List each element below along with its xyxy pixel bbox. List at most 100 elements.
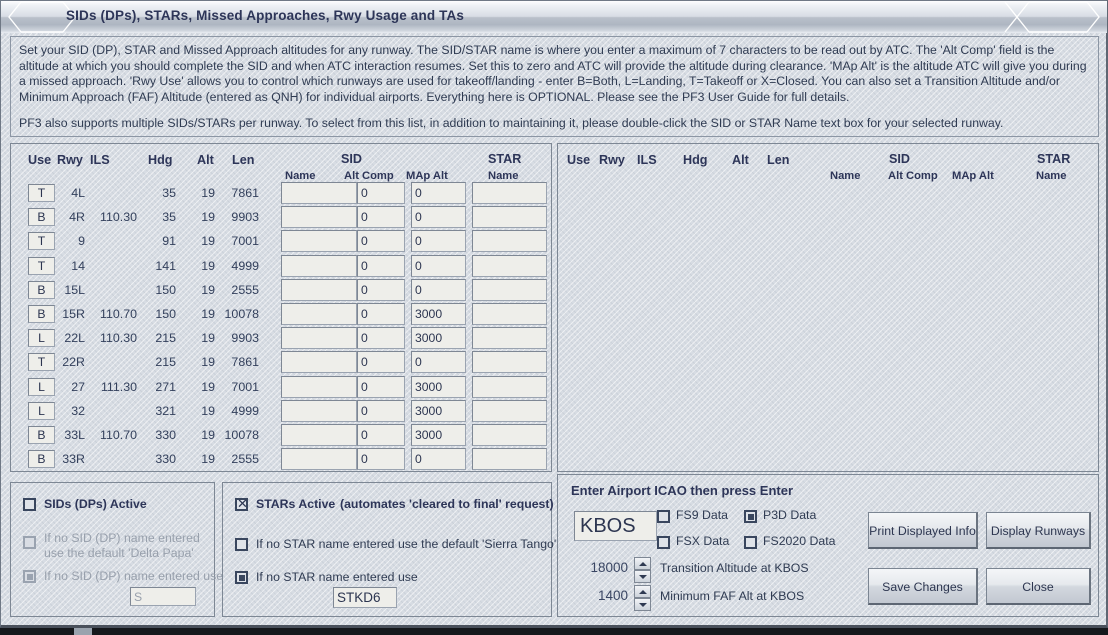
row-sid-alt-comp-input[interactable]: [357, 230, 405, 253]
row-len: 4999: [231, 258, 259, 273]
stars-custom-name-input[interactable]: [333, 587, 397, 608]
sids-default-name-label-line2: use the default 'Delta Papa': [44, 546, 194, 560]
transition-altitude-stepper[interactable]: [634, 557, 651, 583]
row-sid-name-input[interactable]: [281, 399, 357, 422]
row-map-alt-input[interactable]: [411, 351, 466, 374]
row-sid-name-input[interactable]: [281, 254, 357, 277]
fs2020-data-label: FS2020 Data: [763, 534, 836, 548]
row-star-name-input[interactable]: [472, 230, 547, 253]
row-sid-alt-comp-input[interactable]: [357, 206, 405, 229]
row-star-name-input[interactable]: [472, 424, 547, 446]
row-star-name-input[interactable]: [472, 351, 547, 374]
row-sid-alt-comp-input[interactable]: [357, 351, 405, 374]
display-runways-button[interactable]: Display Runways: [986, 512, 1091, 549]
fs2020-data-radio[interactable]: [744, 536, 757, 549]
row-use-input[interactable]: [28, 329, 55, 348]
row-use-input[interactable]: [28, 426, 55, 444]
row-sid-alt-comp-input[interactable]: [357, 448, 405, 471]
row-use-input[interactable]: [28, 256, 55, 275]
stars-custom-name-checkbox[interactable]: [235, 571, 248, 584]
row-use-input[interactable]: [28, 305, 55, 323]
row-use-input[interactable]: [28, 232, 55, 251]
row-use-input[interactable]: [28, 280, 55, 299]
row-hdg: 35: [162, 186, 176, 200]
fs9-data-radio[interactable]: [657, 510, 670, 523]
row-star-name-input[interactable]: [472, 254, 547, 277]
row-star-name-input[interactable]: [472, 399, 547, 422]
row-map-alt-input[interactable]: [411, 424, 466, 446]
row-len: 7001: [231, 234, 259, 249]
row-sid-name-input[interactable]: [281, 424, 357, 446]
row-map-alt-input[interactable]: [411, 448, 466, 471]
row-sid-name-input[interactable]: [281, 351, 357, 374]
row-sid-alt-comp-input[interactable]: [357, 399, 405, 422]
stepper-down-icon[interactable]: [634, 598, 651, 611]
row-use-input[interactable]: [28, 377, 55, 396]
row-sid-name-input[interactable]: [281, 448, 357, 471]
row-map-alt-input[interactable]: [411, 230, 466, 253]
header2-sid-group: SID: [889, 152, 910, 166]
row-use-input[interactable]: [28, 184, 55, 202]
row-sid-alt-comp-input[interactable]: [357, 424, 405, 446]
instructions-paragraph-1: Set your SID (DP), STAR and Missed Appro…: [19, 43, 1087, 104]
row-hdg: 330: [155, 452, 176, 467]
row-star-name-input[interactable]: [472, 206, 547, 229]
row-star-name-input[interactable]: [472, 303, 547, 325]
header2-hdg: Hdg: [683, 153, 708, 167]
row-rwy: 22R: [62, 355, 85, 370]
row-sid-name-input[interactable]: [281, 230, 357, 253]
row-len: 7001: [231, 379, 259, 394]
row-sid-alt-comp-input[interactable]: [357, 303, 405, 325]
row-sid-name-input[interactable]: [281, 375, 357, 398]
row-use-input[interactable]: [28, 353, 55, 372]
row-map-alt-input[interactable]: [411, 254, 466, 277]
row-rwy: 4L: [71, 186, 85, 200]
row-sid-name-input[interactable]: [281, 303, 357, 325]
row-sid-alt-comp-input[interactable]: [357, 375, 405, 398]
row-map-alt-input[interactable]: [411, 303, 466, 325]
sids-default-name-checkbox[interactable]: [23, 536, 36, 549]
close-button[interactable]: Close: [986, 568, 1091, 605]
stepper-down-icon[interactable]: [634, 570, 651, 583]
row-sid-name-input[interactable]: [281, 327, 357, 350]
save-changes-button[interactable]: Save Changes: [868, 568, 978, 605]
p3d-data-radio[interactable]: [744, 510, 757, 523]
row-map-alt-input[interactable]: [411, 327, 466, 350]
row-use-input[interactable]: [28, 401, 55, 420]
icao-input[interactable]: [574, 511, 657, 541]
sids-custom-name-input[interactable]: [130, 587, 196, 606]
print-displayed-info-button[interactable]: Print Displayed Info: [868, 512, 978, 549]
row-alt: 19: [201, 452, 215, 467]
header2-sid-name: Name: [830, 170, 861, 182]
row-star-name-input[interactable]: [472, 278, 547, 301]
row-sid-name-input[interactable]: [281, 278, 357, 301]
window-frame: SIDs (DPs), STARs, Missed Approaches, Rw…: [0, 0, 1108, 628]
sids-active-checkbox[interactable]: [23, 498, 36, 511]
row-map-alt-input[interactable]: [411, 182, 466, 204]
row-map-alt-input[interactable]: [411, 375, 466, 398]
row-sid-alt-comp-input[interactable]: [357, 182, 405, 204]
row-sid-alt-comp-input[interactable]: [357, 278, 405, 301]
row-sid-alt-comp-input[interactable]: [357, 254, 405, 277]
row-star-name-input[interactable]: [472, 448, 547, 471]
row-map-alt-input[interactable]: [411, 278, 466, 301]
sids-custom-name-checkbox[interactable]: [23, 570, 36, 583]
faf-altitude-stepper[interactable]: [634, 585, 651, 611]
row-use-input[interactable]: [28, 208, 55, 227]
row-ils: 110.30: [100, 331, 137, 346]
row-use-input[interactable]: [28, 450, 55, 469]
fsx-data-radio[interactable]: [657, 536, 670, 549]
row-sid-alt-comp-input[interactable]: [357, 327, 405, 350]
row-map-alt-input[interactable]: [411, 206, 466, 229]
row-star-name-input[interactable]: [472, 375, 547, 398]
row-map-alt-input[interactable]: [411, 399, 466, 422]
stars-default-name-checkbox[interactable]: [235, 538, 248, 551]
stepper-up-icon[interactable]: [634, 585, 651, 598]
row-star-name-input[interactable]: [472, 327, 547, 350]
stars-active-checkbox[interactable]: ✕: [235, 497, 248, 511]
row-alt: 19: [201, 234, 215, 249]
row-sid-name-input[interactable]: [281, 206, 357, 229]
stepper-up-icon[interactable]: [634, 557, 651, 570]
row-sid-name-input[interactable]: [281, 182, 357, 204]
row-star-name-input[interactable]: [472, 182, 547, 204]
